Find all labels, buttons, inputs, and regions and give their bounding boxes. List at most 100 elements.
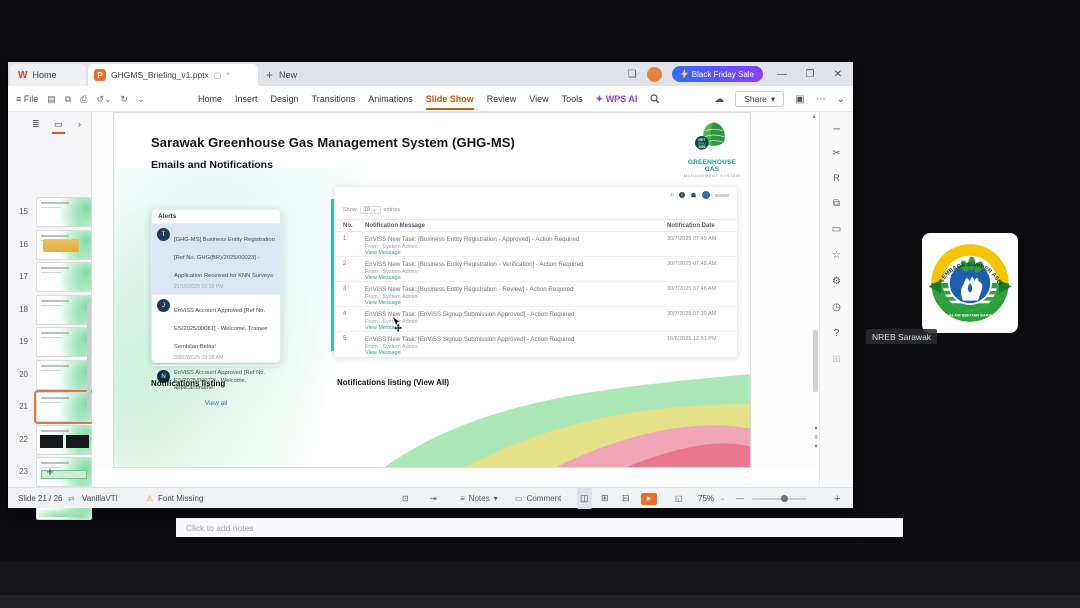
maximize-button[interactable]: ❐ — [801, 69, 819, 80]
tab-insert[interactable]: Insert — [235, 94, 258, 104]
tab-design[interactable]: Design — [271, 94, 299, 104]
wps-presentation-window: W Home P GHGMS_Briefing_v1.pptx ▢ * + Ne… — [8, 62, 903, 537]
slide-thumbnail-18[interactable] — [36, 295, 92, 325]
nreb-emblem: LEMBAGA SUMBER ASLI DAN ALAM SEKITAR SAR… — [928, 244, 1012, 322]
account-avatar[interactable] — [646, 66, 662, 82]
undo-icon[interactable]: ↺⌄ — [96, 94, 111, 105]
thumbnail-scrollbar[interactable] — [87, 302, 91, 412]
slide-thumbnail-22[interactable] — [36, 425, 92, 455]
tab-wps-ai[interactable]: ✦ WPS AI — [596, 94, 638, 105]
logo-tagline: MANAGEMENT SYSTEM — [683, 173, 741, 178]
view-message-link[interactable]: View Message — [365, 275, 401, 281]
slide-thumbnail-16[interactable] — [36, 230, 92, 260]
zoom-out-button[interactable]: — — [736, 488, 744, 509]
settings-sliders-icon[interactable]: ⚙ — [820, 276, 853, 287]
tab-home[interactable]: Home — [198, 94, 222, 104]
search-icon[interactable] — [650, 94, 660, 104]
slide-view-icon[interactable]: ▭ — [52, 119, 64, 134]
view-message-link[interactable]: View Message — [365, 350, 401, 356]
tab-animations[interactable]: Animations — [368, 94, 413, 104]
view-message-link[interactable]: View Message — [365, 250, 401, 256]
zoom-level[interactable]: 75% — [698, 488, 714, 509]
table-row[interactable]: 5 EnViSS New Task: [EnViSS Signup Submis… — [335, 332, 737, 357]
new-tab-button[interactable]: + New — [266, 66, 297, 84]
tab-list-icon[interactable]: ❏ — [628, 69, 637, 80]
zoom-caret-icon[interactable]: ⌄ — [720, 488, 725, 509]
star-icon[interactable]: ☆ — [820, 250, 853, 261]
view-message-link[interactable]: View Message — [365, 300, 401, 306]
font-tool-icon[interactable]: R — [820, 173, 853, 183]
wps-home-tab[interactable]: W Home — [10, 64, 86, 86]
alert-item[interactable]: J EnViSS Account Approved [Ref No. ES/20… — [152, 295, 280, 366]
slide-sorter-icon[interactable]: ⊞ — [598, 488, 612, 509]
toolbox-icon[interactable]: ✂ — [820, 148, 853, 159]
template-name[interactable]: VanillaVTI — [82, 488, 118, 509]
task-pane-icon[interactable]: ▣ — [795, 94, 804, 105]
shapes-icon[interactable]: ⧉ — [820, 198, 853, 209]
panel-mini-toolbar: ≣ ▭ › — [8, 116, 92, 134]
close-button[interactable]: ✕ — [829, 69, 847, 80]
notes-toggle[interactable]: ≡ Notes ▾ — [460, 488, 498, 509]
cloud-sync-icon[interactable]: ☁ — [714, 94, 724, 105]
slide-title[interactable]: Sarawak Greenhouse Gas Management System… — [151, 135, 515, 150]
zoom-slider[interactable] — [752, 488, 807, 509]
collapse-pane-icon[interactable]: ─ — [820, 124, 853, 135]
collapse-ribbon-icon[interactable]: ⌄ — [837, 94, 845, 105]
scroll-up-arrow-icon[interactable]: ▲ — [811, 114, 817, 120]
page-size-select[interactable]: 10 ⌄ — [359, 206, 381, 214]
help-icon[interactable]: ? — [820, 328, 853, 339]
table-row[interactable]: 3 EnViSS New Task: [Business Entity Regi… — [335, 282, 737, 307]
slide-scrollbar[interactable] — [813, 330, 818, 392]
slide-thumbnail-15[interactable] — [36, 197, 92, 227]
tab-preview-icon[interactable]: ▢ — [214, 71, 222, 80]
view-all-link[interactable]: View all — [152, 397, 280, 410]
comment-toggle[interactable]: ▭ Comment — [515, 488, 561, 509]
tab-review[interactable]: Review — [487, 94, 517, 104]
slideshow-play-button[interactable]: ▶ — [641, 488, 657, 509]
file-menu[interactable]: ≡ File — [16, 94, 38, 104]
normal-view-icon[interactable]: ◫ — [577, 488, 592, 509]
print-icon[interactable]: ⎙ — [80, 94, 87, 105]
apps-grid-icon[interactable]: ⊞ — [820, 354, 853, 365]
save-icon[interactable]: ▤ — [47, 94, 56, 105]
document-tab[interactable]: P GHGMS_Briefing_v1.pptx ▢ * — [88, 64, 258, 86]
slide-thumbnail-17[interactable] — [36, 262, 92, 292]
spellcheck-icon[interactable]: ⊡ — [402, 488, 409, 509]
reading-view-icon[interactable]: ⊟ — [619, 488, 633, 509]
alert-item[interactable]: T [GHG-MS] Business Entity Registration … — [152, 224, 280, 295]
add-slide-button[interactable]: + — [8, 464, 92, 479]
slide-canvas[interactable]: Sarawak Greenhouse Gas Management System… — [113, 112, 751, 468]
comment-pane-icon[interactable]: ▭ — [820, 224, 853, 235]
notes-bar[interactable]: Click to add notes — [176, 518, 903, 537]
fit-slide-icon[interactable]: ◱ — [675, 488, 683, 509]
tab-tools[interactable]: Tools — [562, 94, 583, 104]
redo-icon[interactable]: ↻ — [121, 94, 129, 105]
minimize-button[interactable]: — — [773, 69, 791, 80]
collapse-panel-icon[interactable]: › — [78, 119, 81, 129]
slide-thumbnail-19[interactable] — [36, 327, 92, 357]
tab-transitions[interactable]: Transitions — [312, 94, 356, 104]
promo-banner-button[interactable]: Black Friday Sale — [671, 66, 763, 82]
zoom-knob[interactable] — [781, 495, 788, 502]
thumb-number: 19 — [19, 337, 28, 346]
slide-subtitle[interactable]: Emails and Notifications — [151, 159, 273, 171]
outline-view-icon[interactable]: ≣ — [32, 119, 40, 130]
font-missing-warning[interactable]: Font Missing — [158, 488, 203, 509]
tab-star-icon[interactable]: * — [226, 71, 229, 80]
zoom-in-button[interactable]: + — [834, 488, 840, 509]
template-switch-icon[interactable]: ⇄ — [68, 488, 75, 509]
table-row[interactable]: 2 EnViSS New Task: [Business Entity Regi… — [335, 257, 737, 282]
handoff-icon[interactable]: ⇥ — [430, 488, 437, 509]
tab-slide-show[interactable]: Slide Show — [425, 94, 474, 110]
participant-video-tile[interactable]: LEMBAGA SUMBER ASLI DAN ALAM SEKITAR SAR… — [922, 233, 1018, 333]
more-actions-caret-icon[interactable]: ⌄ — [137, 94, 145, 105]
more-menu-icon[interactable]: ⋯ — [816, 94, 826, 105]
export-icon[interactable]: ⧉ — [65, 94, 71, 105]
slide-thumbnail-20[interactable] — [36, 360, 92, 390]
history-clock-icon[interactable]: ◷ — [820, 302, 853, 313]
row-no: 1 — [343, 236, 347, 242]
tab-view[interactable]: View — [529, 94, 548, 104]
table-row[interactable]: 1 EnViSS New Task: [Business Entity Regi… — [335, 232, 737, 257]
share-button[interactable]: Share ▾ — [735, 91, 785, 107]
slide-thumbnail-21-selected[interactable] — [34, 390, 94, 424]
